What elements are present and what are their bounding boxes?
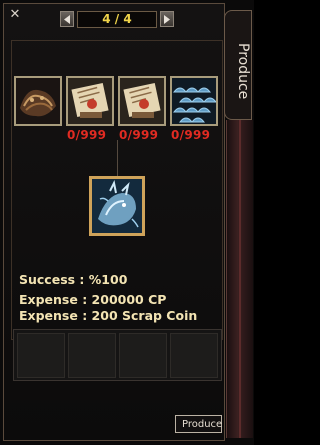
empty-slot-4[interactable]	[170, 333, 218, 378]
inventory-slots	[13, 329, 222, 381]
material-count-3: 0/999	[119, 128, 159, 142]
material-slot-4[interactable]	[170, 76, 218, 126]
material-slot-2[interactable]	[66, 76, 114, 126]
success-rate-text: Success : %100	[19, 272, 128, 287]
material-slot-1[interactable]	[14, 76, 62, 126]
empty-slot-2[interactable]	[68, 333, 116, 378]
empty-slot-3[interactable]	[119, 333, 167, 378]
close-button[interactable]: ✕	[8, 8, 22, 22]
produce-button[interactable]: Produce	[175, 415, 222, 433]
recipe-scroll-icon	[120, 78, 164, 124]
expense-coin-text: Expense : 200 Scrap Coin	[19, 308, 198, 323]
page-indicator: 4 / 4	[77, 11, 157, 28]
tab-produce-label: Produce	[235, 43, 251, 100]
prev-page-button[interactable]	[60, 11, 74, 27]
tab-produce[interactable]: Produce	[224, 10, 252, 120]
material-count-4: 0/999	[171, 128, 211, 142]
blue-scale-icon	[172, 78, 216, 124]
produce-window: ✕ 4 / 4 0/999 0/999 0/999 Success: %100…	[0, 0, 254, 445]
material-count-2: 0/999	[67, 128, 107, 142]
expense-cp-text: Expense : 200000 CP	[19, 292, 167, 307]
side-decoration	[226, 120, 253, 438]
dragon-scale-hide-icon	[16, 78, 60, 124]
blue-dragon-icon	[92, 179, 142, 233]
side-decoration-line	[239, 120, 241, 438]
result-item-slot[interactable]	[89, 176, 145, 236]
arrow-left-icon	[64, 15, 70, 24]
arrow-right-icon	[164, 15, 170, 24]
recipe-connector	[117, 140, 118, 176]
material-slot-3[interactable]	[118, 76, 166, 126]
empty-slot-1[interactable]	[17, 333, 65, 378]
close-icon: ✕	[9, 7, 21, 22]
next-page-button[interactable]	[160, 11, 174, 27]
recipe-scroll-icon	[68, 78, 112, 124]
